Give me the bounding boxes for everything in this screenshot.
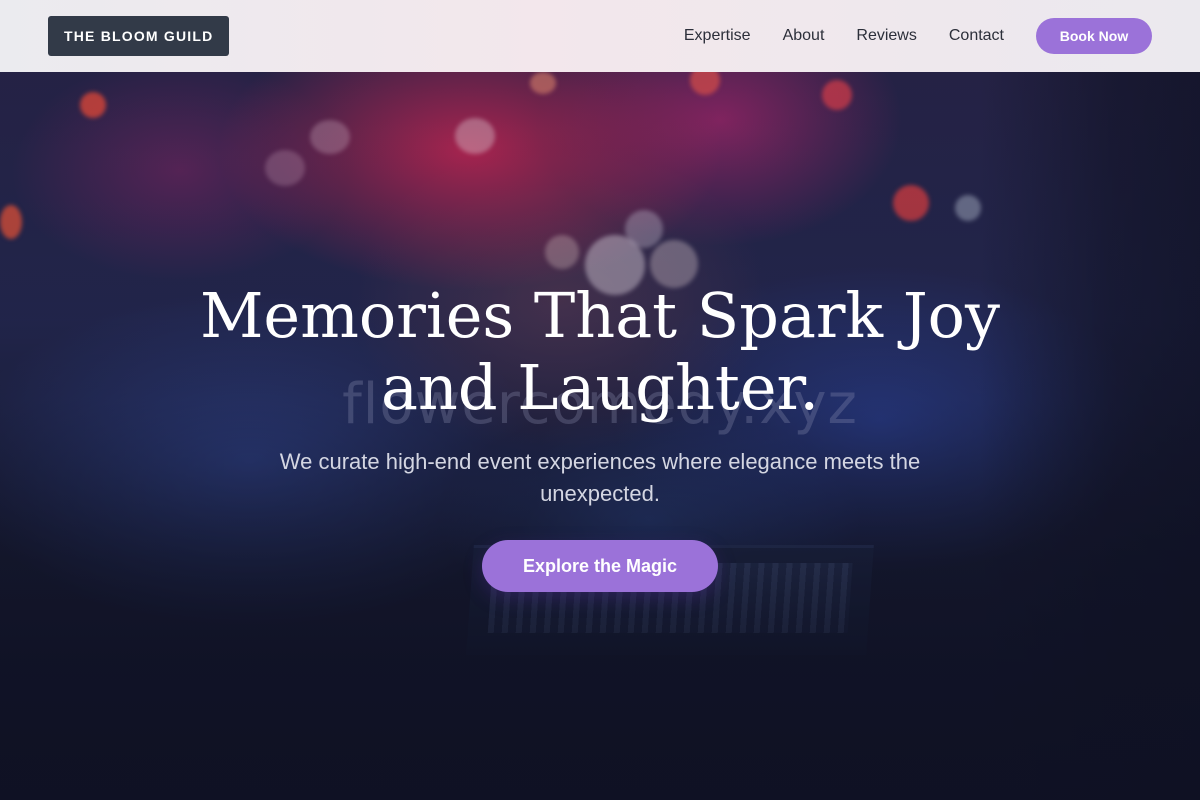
book-now-button[interactable]: Book Now <box>1036 18 1152 54</box>
nav-links: Expertise About Reviews Contact <box>684 27 1036 45</box>
hero-headline: Memories That Spark Joy and Laughter. <box>199 279 1001 424</box>
navbar: THE BLOOM GUILD Expertise About Reviews … <box>0 0 1200 72</box>
nav-link-expertise[interactable]: Expertise <box>684 27 751 45</box>
hero-section: Memories That Spark Joy and Laughter. We… <box>0 280 1200 592</box>
nav-link-about[interactable]: About <box>783 27 825 45</box>
explore-the-magic-button[interactable]: Explore the Magic <box>482 540 718 592</box>
hero-subheadline: We curate high-end event experiences whe… <box>279 449 921 506</box>
nav-right: Expertise About Reviews Contact Book Now <box>684 18 1152 54</box>
nav-link-contact[interactable]: Contact <box>949 27 1004 45</box>
page: flowercomedy.xyz THE BLOOM GUILD Experti… <box>0 0 1200 800</box>
brand-logo[interactable]: THE BLOOM GUILD <box>48 16 230 56</box>
nav-link-reviews[interactable]: Reviews <box>856 27 916 45</box>
